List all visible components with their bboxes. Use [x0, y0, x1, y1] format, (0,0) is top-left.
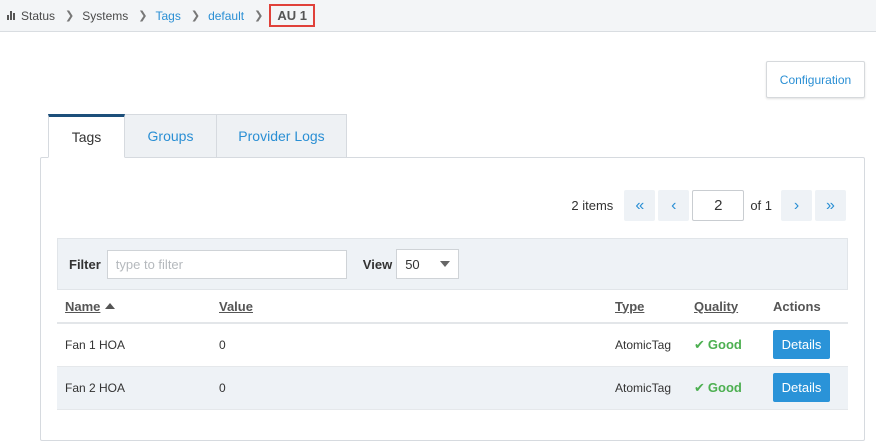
first-page-button[interactable]: «: [624, 190, 656, 221]
configuration-button[interactable]: Configuration: [766, 61, 865, 98]
cell-actions: Details: [765, 366, 848, 410]
tags-table: Name Value Type Quality Actions Fan 1 HO…: [57, 290, 848, 410]
item-count: 2 items: [571, 198, 614, 213]
sort-ascending-icon: [105, 302, 116, 309]
view-select-value: 50: [405, 256, 420, 272]
breadcrumb: Status ❯ Systems ❯ Tags ❯ default ❯ AU 1: [0, 0, 876, 32]
column-header-quality[interactable]: Quality: [686, 290, 765, 324]
prev-page-button[interactable]: ‹: [658, 190, 690, 221]
chevron-right-icon: ❯: [254, 10, 264, 22]
cell-name: Fan 2 HOA: [57, 366, 211, 410]
table-row: Fan 2 HOA 0 AtomicTag ✔ Good Details: [57, 366, 848, 410]
cell-actions: Details: [765, 323, 848, 367]
chevron-right-icon: ❯: [190, 10, 201, 22]
checkmark-icon: ✔: [694, 379, 705, 395]
breadcrumb-item-status[interactable]: Status: [7, 9, 55, 23]
table-row: Fan 1 HOA 0 AtomicTag ✔ Good Details: [57, 323, 848, 367]
status-chart-icon: [7, 11, 17, 20]
view-select[interactable]: 50: [396, 249, 460, 279]
column-header-name[interactable]: Name: [57, 290, 211, 324]
tab-tags[interactable]: Tags: [48, 114, 125, 158]
breadcrumb-item-tags[interactable]: Tags: [155, 9, 180, 23]
breadcrumb-current: AU 1: [269, 4, 315, 27]
tab-bar: Tags Groups Provider Logs: [48, 114, 347, 158]
details-button[interactable]: Details: [773, 330, 830, 360]
tab-provider-logs[interactable]: Provider Logs: [217, 114, 347, 158]
cell-quality: ✔ Good: [686, 366, 765, 410]
chevron-right-icon: ❯: [138, 10, 148, 22]
next-page-button[interactable]: ›: [781, 190, 812, 221]
table-header-row: Name Value Type Quality Actions: [57, 290, 848, 324]
filter-bar: Filter View 50: [57, 238, 848, 290]
cell-name: Fan 1 HOA: [57, 323, 211, 367]
tab-groups[interactable]: Groups: [125, 114, 217, 158]
column-header-type[interactable]: Type: [607, 290, 686, 324]
view-label: View: [362, 256, 393, 272]
checkmark-icon: ✔: [694, 336, 705, 352]
filter-label: Filter: [69, 256, 101, 272]
chevron-right-icon: ❯: [65, 10, 75, 22]
page-total: of 1: [750, 198, 772, 213]
cell-type: AtomicTag: [607, 366, 686, 410]
cell-value: 0: [211, 366, 607, 410]
breadcrumb-item-systems[interactable]: Systems: [82, 9, 128, 23]
cell-quality: ✔ Good: [686, 323, 765, 367]
last-page-button[interactable]: »: [815, 190, 846, 221]
cell-value: 0: [211, 323, 607, 367]
page-number-input[interactable]: [692, 190, 745, 221]
breadcrumb-item-default[interactable]: default: [208, 9, 244, 23]
column-header-actions: Actions: [765, 290, 848, 324]
cell-type: AtomicTag: [607, 323, 686, 367]
caret-down-icon: [440, 261, 451, 267]
filter-input[interactable]: [106, 249, 347, 279]
quality-status: Good: [707, 336, 742, 352]
details-button[interactable]: Details: [773, 373, 830, 402]
quality-status: Good: [707, 379, 742, 395]
column-header-value[interactable]: Value: [211, 290, 607, 324]
pagination: 2 items « ‹ of 1 › »: [571, 190, 846, 221]
tags-panel: 2 items « ‹ of 1 › » Filter View 50 Name…: [40, 157, 865, 441]
